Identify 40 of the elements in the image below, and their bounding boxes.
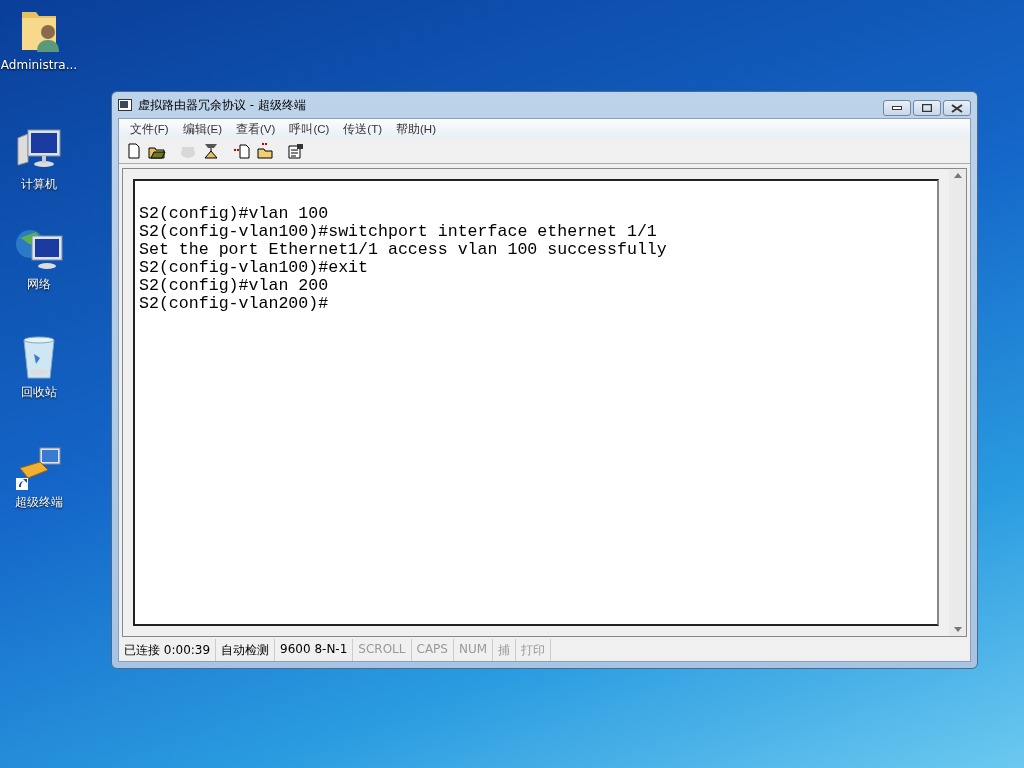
folder-icon[interactable] (256, 142, 274, 160)
desktop-icon-label[interactable]: 超级终端 (15, 494, 63, 511)
menu-item[interactable]: 文件(F) (123, 121, 176, 137)
menu-item[interactable]: 帮助(H) (389, 121, 443, 137)
menu-item[interactable]: 呼叫(C) (282, 121, 337, 137)
maximize-button[interactable] (913, 100, 941, 116)
terminal-line: S2(config-vlan200)# (139, 295, 330, 313)
menu-item[interactable]: 编辑(E) (175, 121, 230, 137)
desktop-icon-label[interactable]: 计算机 (21, 176, 57, 193)
document-icon[interactable] (287, 142, 305, 160)
status-cell: NUM (453, 639, 494, 661)
status-cell: 捕 (493, 639, 517, 661)
scrollbar[interactable] (949, 169, 966, 636)
scroll-down-icon[interactable] (953, 627, 962, 632)
status-cell: 打印 (516, 639, 552, 661)
status-cell: CAPS (411, 639, 454, 661)
desktop-icon-label[interactable]: 网络 (27, 276, 51, 293)
terminal-line: S2(config)#vlan 200 (139, 277, 330, 295)
minimize-button[interactable] (883, 100, 911, 116)
desktop-icon-label[interactable]: Administra... (0, 58, 78, 72)
terminal-line: S2(config-vlan100)#switchport interface ethernet 1/1 (139, 223, 658, 241)
close-icon (951, 103, 963, 113)
status-cell: 9600 8-N-1 (275, 639, 354, 661)
window-title: 虚拟路由器冗余协议 - 超级终端 (138, 96, 306, 114)
maximize-icon (922, 104, 932, 112)
status-cell: SCROLL (353, 639, 412, 661)
terminal-line: Set the port Ethernet1/1 access vlan 100 successfully (139, 241, 668, 259)
terminal-line: S2(config-vlan100)#exit (139, 259, 370, 277)
desktop-icon-label[interactable]: 回收站 (21, 384, 57, 401)
status-cell: 已连接 0:00:39 (119, 639, 217, 661)
menu-item[interactable]: 查看(V) (229, 121, 283, 137)
page-icon[interactable] (233, 142, 251, 160)
status-cell: 自动检测 (216, 639, 276, 661)
scroll-up-icon[interactable] (953, 173, 962, 178)
app-icon (118, 99, 132, 111)
menu-item[interactable]: 传送(T) (336, 121, 390, 137)
close-button[interactable] (943, 100, 971, 116)
page-icon[interactable] (125, 142, 143, 160)
minimize-icon (892, 106, 902, 110)
terminal-line: S2(config)#vlan 100 (139, 205, 330, 223)
